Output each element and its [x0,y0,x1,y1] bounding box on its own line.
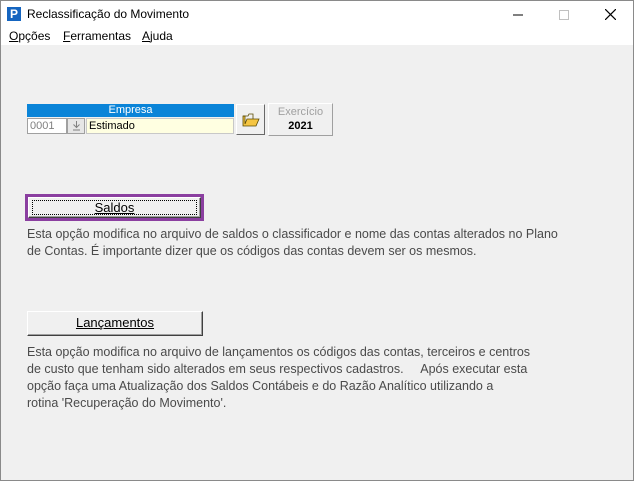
menu-opcoes[interactable]: Opções [9,29,50,43]
saldos-button[interactable]: Saldos [28,197,201,218]
empresa-code-field[interactable]: 0001 [27,118,67,134]
lancamentos-description-line: Esta opção modifica no arquivo de lançam… [27,345,531,359]
minimize-icon [513,14,523,15]
empresa-name-field[interactable]: Estimado [86,118,234,134]
close-icon [604,9,616,20]
app-logo-icon: P [7,7,21,21]
lancamentos-description-line: opção faça uma Atualização dos Saldos Co… [27,379,494,393]
arrow-down-icon [72,121,80,131]
maximize-icon [559,9,569,20]
open-folder-button[interactable] [236,104,265,135]
lancamentos-button[interactable]: Lançamentos [27,311,203,336]
saldos-description-line: Esta opção modifica no arquivo de saldos… [27,227,558,241]
exercicio-label: Exercício [277,106,324,118]
saldos-description-line: de Contas. É importante dizer que os cód… [27,244,477,258]
empresa-header: Empresa [27,104,234,117]
exercicio-box: Exercício 2021 [268,103,333,136]
lancamentos-description: Esta opção modifica no arquivo de lançam… [27,344,530,412]
title-bar[interactable]: P Reclassificação do Movimento [1,1,633,28]
exercicio-value: 2021 [288,120,313,132]
lancamentos-button-label: Lançamentos [75,315,155,330]
minimize-button[interactable] [495,1,541,28]
maximize-button[interactable] [541,1,587,28]
menu-ferramentas[interactable]: Ferramentas [63,29,131,43]
lancamentos-description-line: rotina 'Recuperação do Movimento'. [27,396,227,410]
menu-ajuda[interactable]: Ajuda [142,29,173,43]
lancamentos-description-line: de custo que tenham sido alterados em se… [27,362,528,376]
empresa-lookup-button[interactable] [67,118,85,134]
close-button[interactable] [587,1,633,28]
saldos-description: Esta opção modifica no arquivo de saldos… [27,226,558,260]
open-folder-icon [242,113,260,126]
menu-bar: Opções Ferramentas Ajuda [1,28,633,45]
window-title: Reclassificação do Movimento [27,7,190,21]
saldos-button-label: Saldos [32,200,197,215]
